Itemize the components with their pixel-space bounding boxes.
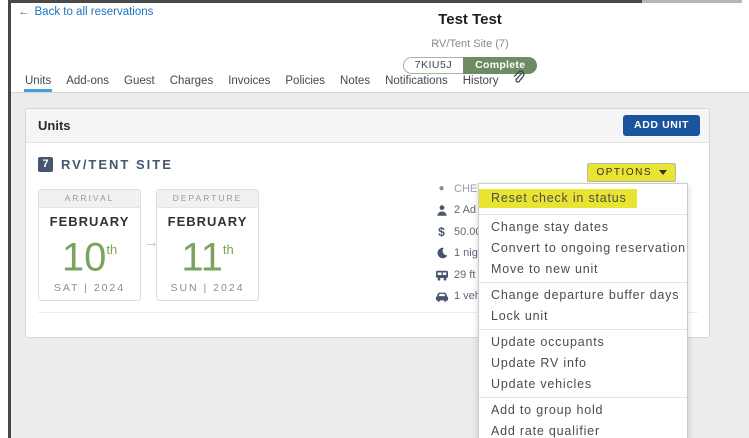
detail-rate: $ 50.00 bbox=[433, 221, 484, 243]
tab-invoices[interactable]: Invoices bbox=[227, 75, 271, 92]
tab-notifications[interactable]: Notifications bbox=[384, 75, 449, 92]
departure-label: DEPARTURE bbox=[157, 190, 258, 208]
tab-history[interactable]: History bbox=[462, 75, 500, 92]
departure-date-card: DEPARTURE FEBRUARY 11th SUN | 2024 bbox=[156, 189, 259, 301]
menu-item-update-vehicles[interactable]: Update vehicles bbox=[479, 374, 687, 395]
back-to-reservations-link[interactable]: ← Back to all reservations bbox=[18, 6, 153, 18]
arrival-day-ordinal: th bbox=[106, 242, 118, 257]
units-panel-title: Units bbox=[38, 118, 71, 133]
status-badge: Complete bbox=[463, 57, 538, 74]
site-number-badge: 7 bbox=[38, 157, 53, 172]
options-button-label: OPTIONS bbox=[596, 167, 652, 178]
reservation-detail-screen: ← Back to all reservations Test Test RV/T… bbox=[0, 0, 749, 438]
reservation-header: Test Test RV/Tent Site (7) 7KIU5J Comple… bbox=[320, 11, 620, 74]
arrival-weekday-year: SAT | 2024 bbox=[53, 282, 126, 295]
departure-month: FEBRUARY bbox=[167, 214, 248, 229]
detail-nights: 1 nigh bbox=[433, 243, 484, 265]
rv-icon bbox=[433, 269, 450, 281]
detail-occupants: 2 Ad bbox=[433, 200, 484, 222]
tab-policies[interactable]: Policies bbox=[284, 75, 326, 92]
site-type-subtitle: RV/Tent Site (7) bbox=[431, 38, 509, 50]
arrival-label: ARRIVAL bbox=[39, 190, 140, 208]
tab-charges[interactable]: Charges bbox=[169, 75, 214, 92]
menu-item-convert-to-ongoing-reservation[interactable]: Convert to ongoing reservation bbox=[479, 238, 687, 259]
arrival-day: 10th bbox=[39, 229, 140, 280]
menu-item-add-rate-qualifier[interactable]: Add rate qualifier bbox=[479, 421, 687, 438]
site-name-label: RV/TENT SITE bbox=[61, 157, 173, 172]
menu-separator bbox=[479, 397, 687, 398]
arrival-month: FEBRUARY bbox=[49, 214, 130, 229]
unit-header: 7 RV/TENT SITE bbox=[38, 157, 173, 172]
menu-separator bbox=[479, 214, 687, 215]
highlight-annotation: Reset check in status bbox=[479, 189, 637, 208]
moon-icon bbox=[433, 247, 450, 259]
detail-vehicles: 1 veh bbox=[433, 286, 484, 308]
check-status-text: CHE bbox=[454, 182, 478, 195]
unit-details-list: ● CHE 2 Ad $ 50.00 1 nigh 29 ft 1 veh bbox=[433, 178, 484, 307]
units-panel-header: Units ADD UNIT bbox=[26, 109, 709, 143]
menu-item-move-to-new-unit[interactable]: Move to new unit bbox=[479, 259, 687, 280]
window-top-border bbox=[8, 0, 642, 3]
menu-item-lock-unit[interactable]: Lock unit bbox=[479, 306, 687, 327]
menu-item-reset-check-in-status[interactable]: Reset check in status bbox=[479, 186, 687, 212]
departure-weekday-year: SUN | 2024 bbox=[170, 282, 245, 295]
menu-item-change-stay-dates[interactable]: Change stay dates bbox=[479, 217, 687, 238]
status-dot-icon: ● bbox=[438, 183, 445, 195]
tab-units[interactable]: Units bbox=[24, 75, 53, 92]
tab-notes[interactable]: Notes bbox=[339, 75, 371, 92]
vehicles-text: 1 veh bbox=[454, 290, 481, 303]
guest-name-title: Test Test bbox=[438, 11, 502, 28]
occupants-text: 2 Ad bbox=[454, 204, 477, 217]
menu-separator bbox=[479, 329, 687, 330]
back-arrow-icon: ← bbox=[18, 6, 30, 18]
attachments-paperclip-icon[interactable] bbox=[512, 70, 525, 92]
options-dropdown-menu: Reset check in status Change stay dates … bbox=[478, 183, 688, 438]
departure-day-ordinal: th bbox=[222, 242, 234, 257]
confirmation-code-badge: 7KIU5J bbox=[402, 57, 464, 74]
add-unit-button[interactable]: ADD UNIT bbox=[623, 115, 700, 136]
car-icon bbox=[433, 291, 450, 302]
arrival-date-card: ARRIVAL FEBRUARY 10th SAT | 2024 bbox=[38, 189, 141, 301]
window-top-border-light bbox=[642, 0, 742, 3]
arrival-day-number: 10 bbox=[61, 235, 107, 280]
chevron-down-icon bbox=[659, 170, 667, 175]
menu-item-update-occupants[interactable]: Update occupants bbox=[479, 332, 687, 353]
menu-item-add-to-group-hold[interactable]: Add to group hold bbox=[479, 400, 687, 421]
back-link-label: Back to all reservations bbox=[34, 6, 154, 18]
dollar-icon: $ bbox=[438, 224, 445, 239]
departure-day: 11th bbox=[157, 229, 258, 280]
person-icon bbox=[433, 204, 450, 217]
detail-rv-length: 29 ft bbox=[433, 264, 484, 286]
options-button[interactable]: OPTIONS bbox=[587, 163, 676, 182]
tab-add-ons[interactable]: Add-ons bbox=[65, 75, 110, 92]
menu-item-change-departure-buffer-days[interactable]: Change departure buffer days bbox=[479, 285, 687, 306]
menu-separator bbox=[479, 282, 687, 283]
menu-item-update-rv-info[interactable]: Update RV info bbox=[479, 353, 687, 374]
detail-check-status: ● CHE bbox=[433, 178, 484, 200]
departure-day-number: 11 bbox=[181, 235, 223, 280]
rv-length-text: 29 ft bbox=[454, 268, 476, 281]
tab-guest[interactable]: Guest bbox=[123, 75, 156, 92]
tab-bar: Units Add-ons Guest Charges Invoices Pol… bbox=[11, 70, 749, 93]
